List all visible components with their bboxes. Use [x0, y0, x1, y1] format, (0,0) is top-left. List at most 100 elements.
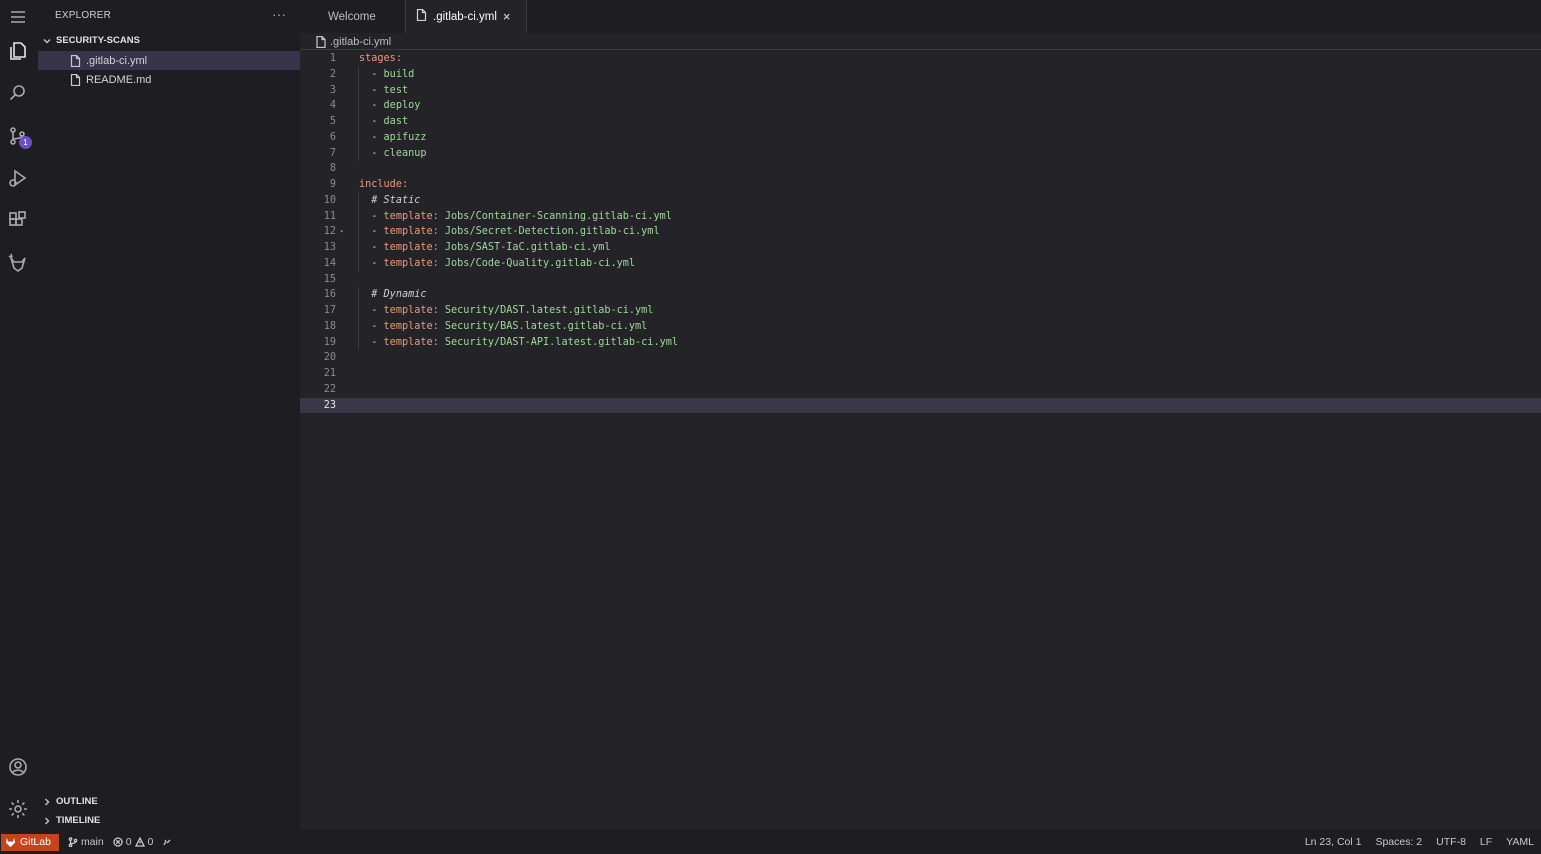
- line-content: - template: Jobs/SAST-IaC.gitlab-ci.yml: [359, 242, 611, 253]
- timeline-section-header[interactable]: TIMELINE: [42, 815, 100, 826]
- code-line[interactable]: 17 - template: Security/DAST.latest.gitl…: [300, 303, 1541, 319]
- line-content: - deploy: [359, 100, 421, 112]
- yaml-list-item: cleanup: [383, 147, 427, 159]
- problems-status-item[interactable]: 0 0: [113, 836, 153, 848]
- chevron-right-icon: [42, 797, 52, 807]
- line-number: 22: [323, 383, 336, 395]
- line-number: 15: [323, 273, 336, 285]
- line-content: - cleanup: [359, 147, 427, 159]
- code-line[interactable]: 6 - apifuzz: [300, 129, 1541, 146]
- code-line[interactable]: 22: [300, 382, 1541, 398]
- code-line[interactable]: 3 - test: [300, 82, 1541, 99]
- more-actions-button[interactable]: ···: [272, 6, 286, 22]
- code-line[interactable]: 14 - template: Jobs/Code-Quality.gitlab-…: [300, 255, 1541, 272]
- yaml-value: Security/BAS.latest.gitlab-ci.yml: [444, 320, 648, 332]
- gitlab-status-item[interactable]: GitLab: [1, 833, 59, 851]
- tab-bar: Welcome .gitlab-ci.yml ×: [300, 0, 1541, 33]
- extensions-icon[interactable]: [5, 207, 31, 233]
- code-line[interactable]: 20: [300, 350, 1541, 366]
- outline-section-header[interactable]: OUTLINE: [42, 796, 98, 807]
- code-line[interactable]: 7 - cleanup: [300, 145, 1541, 162]
- line-number: 16: [323, 289, 336, 301]
- encoding[interactable]: UTF-8: [1436, 836, 1466, 848]
- breadcrumb[interactable]: .gitlab-ci.yml: [316, 34, 391, 49]
- file-label: README.md: [86, 73, 152, 86]
- line-content: - dast: [359, 116, 409, 127]
- account-icon[interactable]: [5, 754, 31, 780]
- code-line[interactable]: 5 - dast: [300, 114, 1541, 130]
- timeline-label: TIMELINE: [56, 815, 101, 826]
- code-line[interactable]: 13 - template: Jobs/SAST-IaC.gitlab-ci.y…: [300, 240, 1541, 256]
- explorer-icon[interactable]: [5, 38, 31, 64]
- chevron-down-icon: [42, 36, 52, 46]
- tab-gitlab-ci[interactable]: .gitlab-ci.yml ×: [405, 0, 527, 33]
- yaml-value: Jobs/Code-Quality.gitlab-ci.yml: [444, 257, 636, 269]
- language-mode[interactable]: YAML: [1506, 836, 1534, 848]
- file-icon: [70, 54, 81, 67]
- gitlab-logo-icon: [5, 837, 16, 847]
- file-item-gitlab-ci[interactable]: .gitlab-ci.yml: [38, 51, 300, 70]
- line-content: - test: [359, 84, 409, 96]
- gitlab-workflow-icon[interactable]: [5, 250, 31, 276]
- code-line[interactable]: 1 stages:: [300, 51, 1541, 67]
- line-number: 11: [323, 210, 336, 222]
- branch-status-item[interactable]: main: [68, 836, 104, 848]
- line-number: 1: [329, 53, 336, 64]
- code-line[interactable]: 16 # Dynamic: [300, 287, 1541, 303]
- line-number: 17: [323, 305, 336, 316]
- broadcast-status-item[interactable]: [162, 837, 172, 847]
- code-line[interactable]: 9 include:: [300, 177, 1541, 193]
- line-content: - template: Jobs/Code-Quality.gitlab-ci.…: [359, 257, 636, 269]
- line-number: 21: [323, 368, 336, 379]
- branch-icon: [68, 837, 78, 847]
- settings-gear-icon[interactable]: [5, 796, 31, 822]
- yaml-value: Jobs/SAST-IaC.gitlab-ci.yml: [444, 242, 611, 253]
- line-number: 4: [329, 100, 336, 112]
- code-line[interactable]: 12 ▸ - template: Jobs/Secret-Detection.gi…: [300, 224, 1541, 240]
- yaml-list-item: apifuzz: [383, 131, 427, 143]
- code-line[interactable]: 19 - template: Security/DAST-API.latest.…: [300, 334, 1541, 351]
- activity-bar: 1: [0, 0, 38, 830]
- yaml-key: template: [383, 305, 433, 316]
- code-line[interactable]: 11 - template: Jobs/Container-Scanning.g…: [300, 208, 1541, 225]
- file-item-readme[interactable]: README.md: [38, 70, 300, 89]
- cursor-position[interactable]: Ln 23, Col 1: [1305, 836, 1362, 848]
- line-number: 19: [323, 336, 336, 348]
- line-number: 23: [323, 399, 336, 411]
- close-icon[interactable]: ×: [503, 9, 511, 24]
- line-number: 3: [329, 84, 336, 96]
- indentation[interactable]: Spaces: 2: [1375, 836, 1422, 848]
- file-label: .gitlab-ci.yml: [86, 54, 148, 67]
- code-line[interactable]: 23: [300, 397, 1541, 414]
- breadcrumb-file[interactable]: .gitlab-ci.yml: [330, 36, 391, 48]
- run-debug-icon[interactable]: [5, 165, 31, 191]
- line-content: # Static: [359, 193, 420, 209]
- yaml-value: Jobs/Secret-Detection.gitlab-ci.yml: [444, 226, 660, 238]
- line-number: 7: [329, 147, 336, 159]
- code-line[interactable]: 18 - template: Security/BAS.latest.gitla…: [300, 318, 1541, 335]
- menu-icon[interactable]: [5, 4, 31, 30]
- end-of-line[interactable]: LF: [1480, 836, 1492, 848]
- line-number: 14: [323, 257, 336, 269]
- branch-name: main: [80, 836, 104, 848]
- code-line[interactable]: 15: [300, 272, 1541, 288]
- status-right-group: Ln 23, Col 1 Spaces: 2 UTF-8 LF YAML: [1305, 830, 1534, 854]
- code-line[interactable]: 2 - build: [300, 66, 1541, 83]
- line-content: include:: [359, 179, 409, 190]
- code-line[interactable]: 4 - deploy: [300, 98, 1541, 114]
- yaml-list-item: test: [383, 84, 409, 96]
- line-number: 20: [323, 352, 336, 364]
- code-line[interactable]: 8: [300, 161, 1541, 177]
- chevron-right-icon: [42, 816, 52, 826]
- line-number: 8: [329, 163, 336, 175]
- folder-section-header[interactable]: SECURITY-SCANS: [42, 35, 140, 46]
- tab-welcome[interactable]: Welcome: [328, 0, 376, 33]
- code-editor[interactable]: 1 stages: 2 - build 3 - test 4 - deploy 5 - d…: [300, 51, 1541, 414]
- yaml-list-item: deploy: [383, 100, 421, 112]
- editor-area: Welcome .gitlab-ci.yml × .gitlab-ci.yml …: [300, 0, 1541, 830]
- explorer-sidebar: EXPLORER ··· SECURITY-SCANS .gitlab-ci.y…: [38, 0, 300, 830]
- code-line[interactable]: 10 # Static: [300, 192, 1541, 209]
- code-line[interactable]: 21: [300, 366, 1541, 382]
- search-icon[interactable]: [5, 80, 31, 106]
- tab-label: .gitlab-ci.yml: [433, 10, 497, 23]
